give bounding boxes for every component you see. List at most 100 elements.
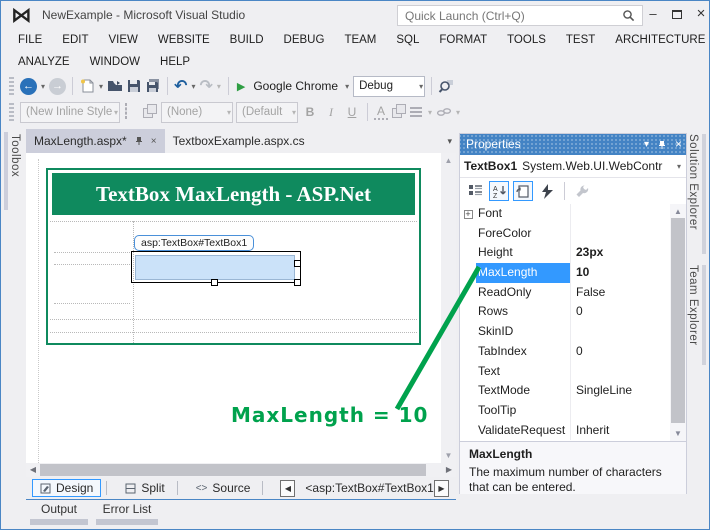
property-row-validaterequest[interactable]: ValidateRequest Inherit: [460, 420, 670, 441]
properties-title-bar[interactable]: Properties ▾ ×: [460, 134, 686, 155]
save-all-icon[interactable]: [145, 78, 161, 94]
save-icon[interactable]: [126, 78, 142, 94]
back-dropdown-icon[interactable]: ▾: [40, 82, 46, 91]
menu-architecture[interactable]: ARCHITECTURE: [605, 29, 709, 51]
window-position-dropdown-icon[interactable]: ▾: [644, 134, 649, 155]
property-row-height[interactable]: Height 23px: [460, 243, 670, 264]
undo-icon[interactable]: ↶: [174, 78, 187, 94]
menu-file[interactable]: FILE: [8, 29, 52, 51]
tab-list-dropdown-icon[interactable]: ▾: [447, 136, 456, 147]
expand-icon[interactable]: +: [463, 210, 473, 219]
menu-team[interactable]: TEAM: [334, 29, 386, 51]
close-panel-icon[interactable]: ×: [675, 134, 682, 155]
editor-horizontal-scrollbar[interactable]: ◀ ▶: [26, 463, 456, 477]
scroll-down-icon[interactable]: ▼: [670, 429, 686, 438]
property-row-tooltip[interactable]: ToolTip: [460, 400, 670, 421]
find-in-files-icon[interactable]: [438, 78, 454, 94]
tab-textboxexample-aspx-cs[interactable]: TextboxExample.aspx.cs: [165, 129, 313, 153]
minimize-button[interactable]: –: [642, 1, 664, 27]
property-row-tabindex[interactable]: TabIndex 0: [460, 341, 670, 362]
property-grid-scrollbar[interactable]: ▲ ▼: [670, 204, 686, 441]
menu-debug[interactable]: DEBUG: [274, 29, 335, 51]
property-row-rows[interactable]: Rows 0: [460, 302, 670, 323]
menu-edit[interactable]: EDIT: [52, 29, 98, 51]
menu-format[interactable]: FORMAT: [429, 29, 497, 51]
resize-handle-right[interactable]: [294, 260, 301, 267]
editor-vertical-scrollbar[interactable]: ▲ ▼: [441, 153, 456, 463]
property-row-readonly[interactable]: ReadOnly False: [460, 282, 670, 303]
new-file-dropdown-icon[interactable]: ▾: [98, 82, 104, 91]
redo-icon: ↷: [199, 76, 213, 95]
error-list-tab[interactable]: Error List: [96, 502, 158, 525]
design-view-button[interactable]: Design: [32, 479, 102, 497]
toolbar-separator: [72, 77, 74, 95]
output-tab[interactable]: Output: [30, 502, 88, 525]
scroll-right-icon[interactable]: ▶: [442, 463, 456, 477]
maximize-button[interactable]: [666, 1, 688, 27]
menu-tools[interactable]: TOOLS: [497, 29, 556, 51]
scrollbar-thumb[interactable]: [40, 464, 426, 476]
menu-test[interactable]: TEST: [556, 29, 605, 51]
menu-build[interactable]: BUILD: [220, 29, 274, 51]
tag-nav-forward-icon[interactable]: ▶: [434, 479, 449, 497]
pin-icon[interactable]: [657, 140, 667, 150]
open-file-icon[interactable]: [107, 78, 123, 94]
solution-config-combobox[interactable]: Debug ▾: [353, 75, 426, 97]
navigate-back-icon[interactable]: ←: [20, 77, 37, 95]
properties-view-icon[interactable]: [513, 181, 533, 201]
resize-handle-bottom[interactable]: [211, 279, 218, 286]
menu-window[interactable]: WINDOW: [80, 51, 150, 73]
property-row-maxlength[interactable]: MaxLength 10: [460, 263, 670, 283]
close-button[interactable]: ×: [690, 1, 709, 27]
scroll-up-icon[interactable]: ▲: [441, 156, 456, 165]
search-icon[interactable]: [622, 9, 642, 22]
tag-navigator-label[interactable]: <asp:TextBox#TextBox1>: [295, 481, 450, 495]
close-tab-icon[interactable]: ×: [151, 136, 157, 147]
source-view-button[interactable]: <> Source: [189, 480, 258, 496]
solution-explorer-tab[interactable]: Solution Explorer: [687, 134, 706, 254]
scroll-down-icon[interactable]: ▼: [441, 451, 456, 460]
property-row-font[interactable]: + Font: [460, 204, 670, 224]
scroll-up-icon[interactable]: ▲: [670, 207, 686, 216]
property-row-textmode[interactable]: TextMode SingleLine: [460, 381, 670, 401]
toolbox-tab[interactable]: Toolbox: [9, 134, 21, 177]
properties-panel: Properties ▾ × TextBox1 System.Web.UI.We…: [459, 133, 687, 494]
description-text: The maximum number of characters that ca…: [469, 464, 662, 495]
menu-sql[interactable]: SQL: [386, 29, 429, 51]
tab-maxlength-aspx[interactable]: MaxLength.aspx* ×: [26, 129, 165, 153]
tab-indicator: [702, 265, 706, 365]
new-style-icon: [142, 104, 158, 120]
formatting-toolbar: (New Inline Style ▾ (None) ▾ (Default ▾ …: [2, 99, 708, 125]
menu-help[interactable]: HELP: [150, 51, 200, 73]
property-row-skinid[interactable]: SkinID: [460, 322, 670, 342]
quick-launch-box[interactable]: Quick Launch (Ctrl+Q): [397, 5, 643, 26]
split-view-button[interactable]: Split: [118, 480, 171, 496]
undo-dropdown-icon[interactable]: ▾: [190, 82, 196, 91]
property-row-text[interactable]: Text: [460, 361, 670, 382]
scrollbar-thumb[interactable]: [671, 218, 685, 423]
menu-view[interactable]: VIEW: [99, 29, 148, 51]
start-debug-icon[interactable]: ▶: [235, 80, 247, 93]
menu-website[interactable]: WEBSITE: [148, 29, 220, 51]
toolbar-grip[interactable]: [9, 77, 14, 95]
view-separator: [106, 481, 108, 495]
categorized-icon[interactable]: [465, 181, 485, 201]
menu-analyze[interactable]: ANALYZE: [8, 51, 80, 73]
run-target-label[interactable]: Google Chrome: [250, 79, 341, 93]
run-target-dropdown-icon[interactable]: ▾: [344, 82, 350, 91]
foreground-color-icon: A: [374, 104, 388, 120]
textbox-control[interactable]: [135, 255, 295, 280]
toolbar-grip[interactable]: [9, 103, 14, 121]
tag-nav-back-icon[interactable]: ◀: [280, 479, 296, 497]
alphabetical-sort-icon[interactable]: AZ: [489, 181, 509, 201]
design-surface[interactable]: TextBox MaxLength - ASP.Net asp:TextBox#…: [26, 153, 441, 463]
new-file-icon[interactable]: [79, 78, 95, 94]
scroll-left-icon[interactable]: ◀: [26, 463, 40, 477]
property-pages-icon: [572, 181, 592, 201]
property-row-forecolor[interactable]: ForeColor: [460, 223, 670, 244]
pin-icon[interactable]: [134, 136, 144, 146]
resize-handle-bottom-right[interactable]: [294, 279, 301, 286]
object-selector[interactable]: TextBox1 System.Web.UI.WebContr ▾: [460, 155, 686, 178]
team-explorer-tab[interactable]: Team Explorer: [687, 265, 706, 365]
events-icon[interactable]: [537, 181, 557, 201]
